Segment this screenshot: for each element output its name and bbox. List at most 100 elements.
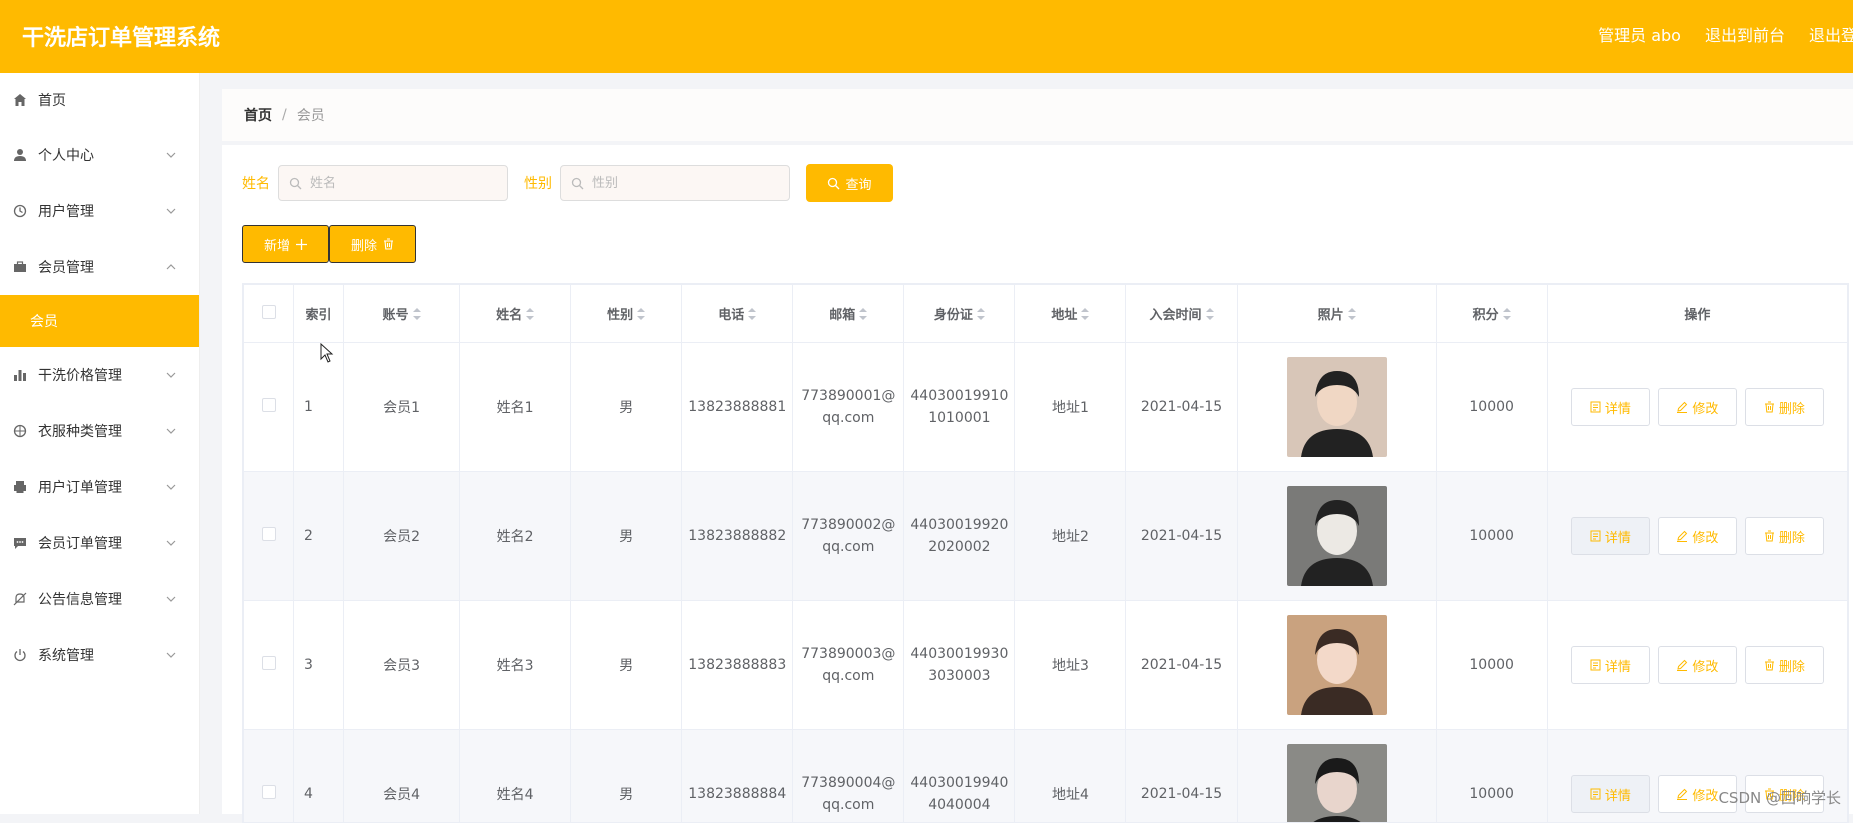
- sidebar-item-members[interactable]: 会员管理: [0, 239, 199, 295]
- column-header[interactable]: 邮箱: [793, 285, 904, 343]
- sidebar-item-label: 会员订单管理: [38, 533, 122, 553]
- sort-icon[interactable]: [1348, 308, 1356, 320]
- app-title: 干洗店订单管理系统: [22, 20, 220, 52]
- join-date-cell: 2021-04-15: [1126, 601, 1237, 730]
- phone-cell: 13823888881: [682, 343, 793, 472]
- account-cell: 会员3: [344, 601, 460, 730]
- sort-icon[interactable]: [1081, 308, 1089, 320]
- delete-row-button[interactable]: 删除: [1745, 646, 1824, 684]
- row-checkbox[interactable]: [262, 656, 276, 670]
- add-button[interactable]: 新增: [242, 225, 329, 263]
- detail-button[interactable]: 详情: [1571, 775, 1650, 813]
- gender-cell: 男: [571, 601, 682, 730]
- address-cell: 地址1: [1015, 343, 1126, 472]
- sort-icon[interactable]: [977, 308, 985, 320]
- address-cell: 地址2: [1015, 472, 1126, 601]
- edit-icon: [1676, 401, 1688, 413]
- chevron-down-icon: [165, 205, 177, 217]
- photo-cell: [1237, 472, 1436, 601]
- sidebar-item-label: 用户订单管理: [38, 477, 122, 497]
- sidebar-item-clothes[interactable]: 衣服种类管理: [0, 403, 199, 459]
- column-header-label: 性别: [607, 304, 633, 323]
- edit-button[interactable]: 修改: [1658, 388, 1737, 426]
- batch-delete-button[interactable]: 删除: [329, 225, 416, 263]
- column-header[interactable]: 电话: [682, 285, 793, 343]
- detail-button-label: 详情: [1605, 785, 1631, 804]
- sidebar-item-member-orders[interactable]: 会员订单管理: [0, 515, 199, 571]
- member-photo[interactable]: [1287, 486, 1387, 586]
- row-checkbox[interactable]: [262, 527, 276, 541]
- row-checkbox[interactable]: [262, 398, 276, 412]
- name-label: 姓名: [242, 173, 270, 193]
- name-cell: 姓名3: [460, 601, 571, 730]
- chevron-down-icon: [165, 149, 177, 161]
- sidebar-item-label: 个人中心: [38, 145, 94, 165]
- member-photo[interactable]: [1287, 357, 1387, 457]
- member-photo[interactable]: [1287, 615, 1387, 715]
- name-cell: 姓名2: [460, 472, 571, 601]
- column-header-label: 身份证: [934, 304, 973, 323]
- chevron-down-icon: [165, 649, 177, 661]
- column-header-label: 操作: [1684, 308, 1710, 323]
- select-all-checkbox[interactable]: [262, 305, 276, 319]
- detail-button[interactable]: 详情: [1571, 517, 1650, 555]
- front-link[interactable]: 退出到前台: [1705, 22, 1785, 46]
- sort-icon[interactable]: [1206, 308, 1214, 320]
- sidebar-item-price[interactable]: 干洗价格管理: [0, 347, 199, 403]
- edit-button[interactable]: 修改: [1658, 646, 1737, 684]
- sort-icon[interactable]: [1503, 308, 1511, 320]
- clock-icon: [12, 203, 28, 219]
- sort-icon[interactable]: [859, 308, 867, 320]
- edit-button[interactable]: 修改: [1658, 517, 1737, 555]
- sidebar-item-system[interactable]: 系统管理: [0, 627, 199, 683]
- sidebar-item-users[interactable]: 用户管理: [0, 183, 199, 239]
- delete-row-button[interactable]: 删除: [1745, 388, 1824, 426]
- search-icon: [289, 177, 302, 190]
- column-header[interactable]: 账号: [344, 285, 460, 343]
- delete-row-button-label: 删除: [1779, 398, 1805, 417]
- column-header-label: 姓名: [496, 304, 522, 323]
- compass-icon: [12, 423, 28, 439]
- chevron-down-icon: [165, 425, 177, 437]
- detail-button[interactable]: 详情: [1571, 646, 1650, 684]
- column-header: 操作: [1547, 285, 1847, 343]
- detail-button[interactable]: 详情: [1571, 388, 1650, 426]
- breadcrumb-home[interactable]: 首页: [244, 105, 272, 125]
- chevron-up-icon: [165, 261, 177, 273]
- name-input[interactable]: [308, 175, 492, 192]
- column-header[interactable]: 姓名: [460, 285, 571, 343]
- delete-row-button-label: 删除: [1779, 527, 1805, 546]
- sort-icon[interactable]: [748, 308, 756, 320]
- sidebar-item-label: 公告信息管理: [38, 589, 122, 609]
- edit-button-label: 修改: [1692, 527, 1718, 546]
- sidebar-item-notices[interactable]: 公告信息管理: [0, 571, 199, 627]
- photo-cell: [1237, 343, 1436, 472]
- delete-row-button[interactable]: 删除: [1745, 517, 1824, 555]
- logout-link[interactable]: 退出登录: [1809, 22, 1853, 46]
- column-header-label: 积分: [1473, 304, 1499, 323]
- main-area: 首页 / 会员 姓名 性别 查询 新增: [222, 73, 1853, 814]
- edit-icon: [1676, 659, 1688, 671]
- sidebar-item-profile[interactable]: 个人中心: [0, 127, 199, 183]
- column-header[interactable]: 性别: [571, 285, 682, 343]
- sidebar-item-home[interactable]: 首页: [0, 73, 199, 127]
- column-header-label: 账号: [383, 304, 409, 323]
- edit-icon: [1676, 530, 1688, 542]
- edit-button-label: 修改: [1692, 656, 1718, 675]
- gender-input[interactable]: [590, 175, 774, 192]
- column-header[interactable]: 地址: [1015, 285, 1126, 343]
- query-button[interactable]: 查询: [806, 164, 893, 202]
- sidebar-item-user-orders[interactable]: 用户订单管理: [0, 459, 199, 515]
- edit-button-label: 修改: [1692, 785, 1718, 804]
- column-header[interactable]: 积分: [1436, 285, 1547, 343]
- row-checkbox[interactable]: [262, 785, 276, 799]
- sort-icon[interactable]: [526, 308, 534, 320]
- sort-icon[interactable]: [637, 308, 645, 320]
- member-photo[interactable]: [1287, 744, 1387, 823]
- sidebar-item-label: 干洗价格管理: [38, 365, 122, 385]
- sort-icon[interactable]: [413, 308, 421, 320]
- column-header[interactable]: 照片: [1237, 285, 1436, 343]
- column-header[interactable]: 身份证: [904, 285, 1015, 343]
- column-header[interactable]: 入会时间: [1126, 285, 1237, 343]
- sidebar-subitem-member[interactable]: 会员: [0, 295, 199, 347]
